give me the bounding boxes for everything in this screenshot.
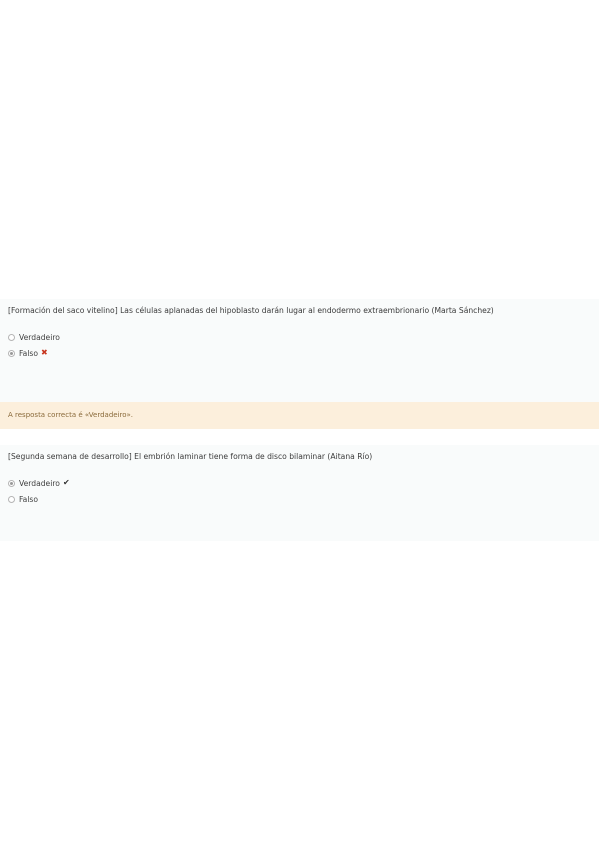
- quiz-review-page: [Formación del saco vitelino] Las célula…: [0, 0, 599, 848]
- question-1-text: [Formación del saco vitelino] Las célula…: [8, 306, 494, 315]
- option-label: Verdadeiro: [19, 478, 60, 488]
- question-1-answers: Verdadeiro Falso ✖: [8, 329, 591, 361]
- correct-answer-feedback: A resposta correcta é «Verdadeiro».: [0, 402, 599, 429]
- question-2-option-false[interactable]: Falso: [8, 491, 591, 507]
- option-label: Verdadeiro: [19, 332, 60, 342]
- option-label: Falso: [19, 494, 39, 504]
- question-2-option-true[interactable]: Verdadeiro ✔: [8, 475, 591, 491]
- question-1: [Formación del saco vitelino] Las célula…: [0, 299, 599, 402]
- incorrect-cross-icon: ✖: [41, 348, 48, 357]
- option-label: Falso: [19, 348, 39, 358]
- question-2: [Segunda semana de desarrollo] El embrió…: [0, 445, 599, 541]
- question-1-option-true[interactable]: Verdadeiro: [8, 329, 591, 345]
- radio-button-checked[interactable]: [8, 349, 15, 357]
- question-2-text: [Segunda semana de desarrollo] El embrió…: [8, 452, 373, 461]
- radio-button-unchecked[interactable]: [8, 333, 15, 341]
- radio-button-checked[interactable]: [8, 479, 15, 487]
- correct-check-icon: ✔: [62, 478, 70, 487]
- question-1-option-false[interactable]: Falso ✖: [8, 345, 591, 361]
- radio-button-unchecked[interactable]: [8, 495, 15, 503]
- question-2-answers: Verdadeiro ✔ Falso: [8, 475, 591, 507]
